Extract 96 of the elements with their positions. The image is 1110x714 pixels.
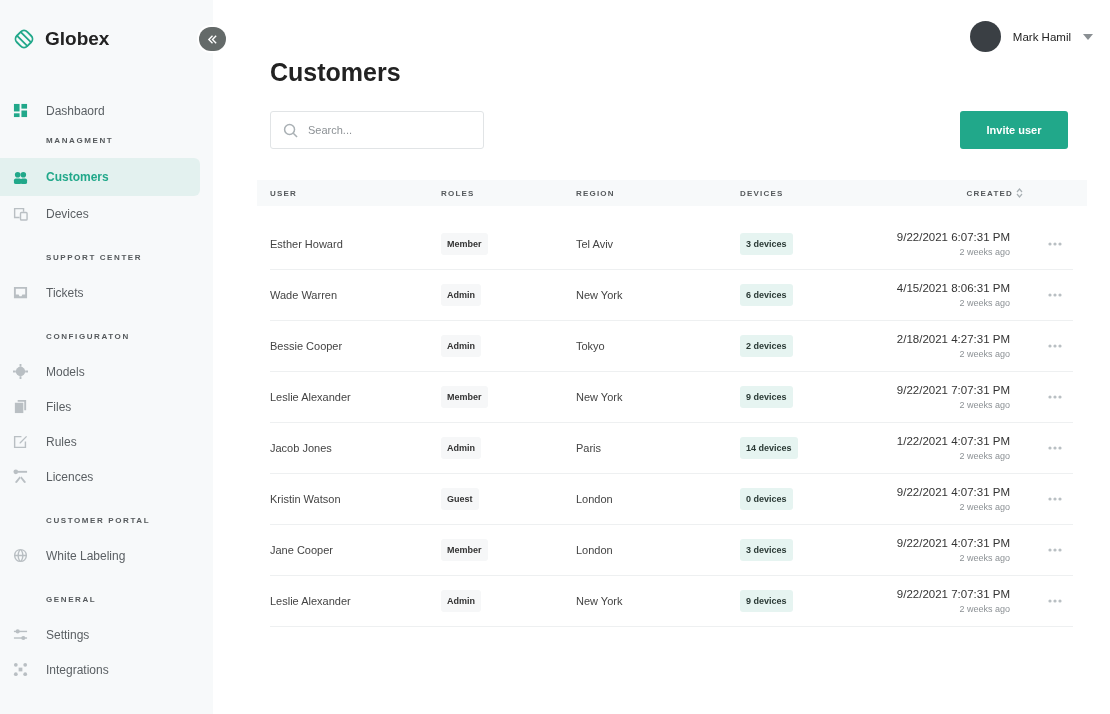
sidebar-item[interactable]: Dashbaord [0, 93, 200, 128]
created-date: 9/22/2021 4:07:31 PM [896, 537, 1010, 549]
sortable-column-header[interactable]: CREATED [860, 188, 1023, 198]
relative-time: 2 weeks ago [959, 451, 1010, 461]
column-header: REGION [576, 188, 616, 198]
device-count-tag: 2 devices [740, 335, 793, 357]
table-cell-text: Esther Howard [270, 238, 344, 250]
column-header: DEVICES [740, 188, 785, 198]
relative-time: 2 weeks ago [959, 298, 1010, 308]
device-count-tag: 3 devices [740, 539, 793, 561]
relative-time: 2 weeks ago [959, 553, 1010, 563]
brand-name: Globex [45, 28, 110, 50]
role-tag: Member [441, 233, 488, 255]
more-icon[interactable] [1048, 548, 1062, 552]
table-cell-text: Jane Cooper [270, 544, 334, 556]
sidebar-item[interactable]: Rules [0, 424, 200, 459]
more-icon[interactable] [1048, 293, 1062, 297]
table-cell-text: London [576, 544, 614, 556]
files-icon [13, 399, 28, 414]
table-cell-text: Wade Warren [270, 289, 339, 301]
section-heading: CUSTOMER PORTAL [45, 515, 152, 527]
sidebar-item[interactable]: Settings [0, 617, 200, 652]
sidebar-item[interactable]: White Labeling [0, 538, 200, 573]
device-count-tag: 9 devices [740, 386, 793, 408]
role-tag: Admin [441, 284, 481, 306]
more-icon[interactable] [1048, 242, 1062, 246]
role-tag: Guest [441, 488, 479, 510]
created-date: 9/22/2021 6:07:31 PM [896, 231, 1010, 243]
more-icon[interactable] [1048, 446, 1062, 450]
created-date: 9/22/2021 4:07:31 PM [896, 486, 1010, 498]
table-cell-text: New York [576, 289, 624, 301]
sidebar-item[interactable]: Models [0, 354, 200, 389]
relative-time: 2 weeks ago [959, 502, 1010, 512]
relative-time: 2 weeks ago [959, 247, 1010, 257]
table-cell-text: Tel Aviv [576, 238, 615, 250]
sort-icon[interactable] [1016, 188, 1023, 198]
table-cell-text: Kristin Watson [270, 493, 342, 505]
dashboard-icon [13, 103, 28, 118]
logo-icon [13, 28, 35, 50]
section-heading: GENERAL [45, 594, 98, 606]
relative-time: 2 weeks ago [959, 604, 1010, 614]
table-cell-text: London [576, 493, 614, 505]
section-heading: CONFIGURATON [45, 331, 131, 343]
table-cell-text: Tokyo [576, 340, 606, 352]
role-tag: Member [441, 539, 488, 561]
sidebar-item[interactable]: Tickets [0, 275, 200, 310]
globe-icon [13, 548, 28, 563]
more-icon[interactable] [1048, 497, 1062, 501]
sidebar-item[interactable]: Devices [0, 196, 200, 231]
table-cell-text: Leslie Alexander [270, 595, 352, 607]
role-tag: Admin [441, 335, 481, 357]
created-date: 9/22/2021 7:07:31 PM [896, 384, 1010, 396]
table-cell-text: Bessie Cooper [270, 340, 344, 352]
table-cell-text: New York [576, 391, 624, 403]
section-heading: SUPPORT CENTER [45, 252, 144, 264]
section-heading: MANAGMENT [45, 135, 115, 147]
more-icon[interactable] [1048, 599, 1062, 603]
created-date: 4/15/2021 8:06:31 PM [896, 282, 1010, 294]
role-tag: Admin [441, 590, 481, 612]
relative-time: 2 weeks ago [959, 400, 1010, 410]
caret-icon[interactable] [1083, 33, 1093, 40]
created-date: 9/22/2021 7:07:31 PM [896, 588, 1010, 600]
more-icon[interactable] [1048, 395, 1062, 399]
device-count-tag: 0 devices [740, 488, 793, 510]
search-icon [283, 123, 298, 138]
more-icon[interactable] [1048, 344, 1062, 348]
people-icon [13, 169, 28, 185]
device-count-tag: 9 devices [740, 590, 793, 612]
device-count-tag: 3 devices [740, 233, 793, 255]
created-date: 1/22/2021 4:07:31 PM [896, 435, 1010, 447]
column-header: ROLES [441, 188, 476, 198]
search-field[interactable]: Search... [270, 111, 484, 149]
nodes-icon [13, 662, 28, 677]
inbox-icon [13, 285, 28, 300]
created-date: 2/18/2021 4:27:31 PM [896, 333, 1010, 345]
device-count-tag: 14 devices [740, 437, 798, 459]
table-cell-text: New York [576, 595, 624, 607]
sidebar-item[interactable]: Licences [0, 459, 200, 494]
device-count-tag: 6 devices [740, 284, 793, 306]
relative-time: 2 weeks ago [959, 349, 1010, 359]
table-cell-text: Jacob Jones [270, 442, 333, 454]
user-name: Mark Hamil [1012, 30, 1071, 43]
sliders-icon [13, 627, 28, 642]
avatar[interactable] [969, 21, 1001, 52]
collapse-button[interactable] [199, 27, 226, 51]
edit-icon [13, 434, 28, 449]
role-tag: Member [441, 386, 488, 408]
column-header: USER [270, 188, 299, 198]
devices-icon [13, 206, 28, 221]
table-cell-text: Leslie Alexander [270, 391, 352, 403]
table-cell-text: Paris [576, 442, 603, 454]
sidebar-item[interactable]: Files [0, 389, 200, 424]
page-title: Customers [270, 57, 402, 87]
role-tag: Admin [441, 437, 481, 459]
double-chevron-icon [207, 33, 218, 45]
sidebar-item[interactable]: Integrations [0, 652, 200, 687]
